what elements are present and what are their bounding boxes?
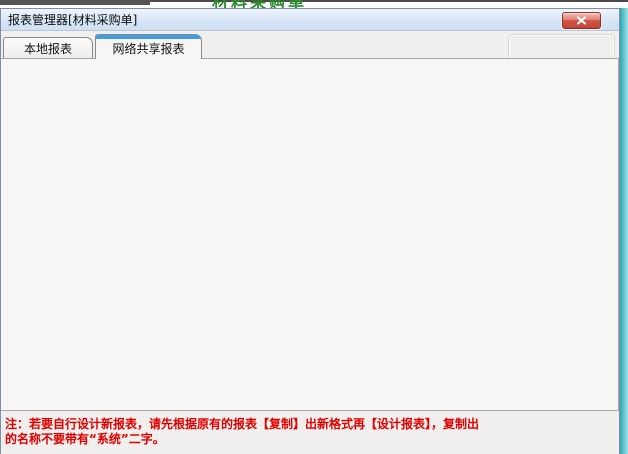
- title-bar[interactable]: 报表管理器[材料采购单]: [1, 9, 619, 31]
- active-tab-accent: [96, 35, 201, 39]
- tab-page: [1, 58, 619, 411]
- tab-network-shared-reports-label: 网络共享报表: [112, 40, 184, 57]
- background-window-title-text: 材料采购单: [212, 0, 352, 8]
- tab-local-reports[interactable]: 本地报表: [3, 37, 93, 59]
- background-window-corner: [0, 0, 150, 5]
- footer-note: 注：若要自行设计新报表，请先根据原有的报表【复制】出新格式再【设计报表】，复制出…: [5, 417, 565, 447]
- footer-note-line1: 注：若要自行设计新报表，请先根据原有的报表【复制】出新格式再【设计报表】，复制出: [5, 417, 565, 432]
- footer-note-line2: 的名称不要带有“系统”二字。: [5, 432, 565, 447]
- dialog-title: 报表管理器[材料采购单]: [8, 11, 137, 28]
- tab-local-reports-label: 本地报表: [24, 40, 72, 57]
- screen: 材料采购单 报表管理器[材料采购单] 本地报表 网络共享报表 报表样式: [0, 0, 628, 454]
- close-window-button[interactable]: [562, 12, 601, 29]
- close-icon: [576, 14, 587, 28]
- report-manager-dialog: 报表管理器[材料采购单] 本地报表 网络共享报表 报表样式 报表名称 创建人: [0, 8, 620, 454]
- tab-network-shared-reports[interactable]: 网络共享报表: [95, 34, 202, 59]
- background-window-strip: [620, 8, 628, 454]
- background-window-title: 材料采购单: [212, 0, 352, 8]
